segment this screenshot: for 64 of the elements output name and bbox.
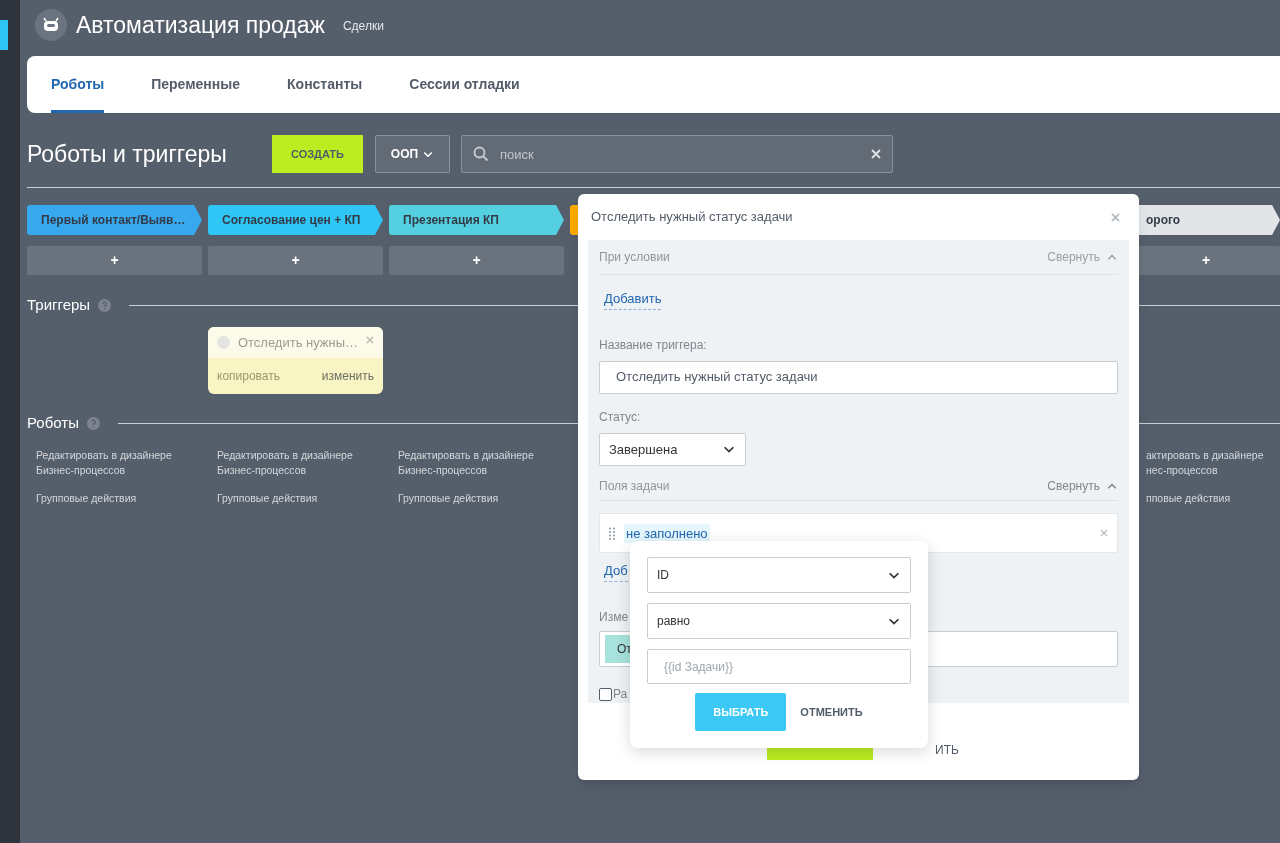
create-button[interactable]: СОЗДАТЬ	[272, 135, 363, 173]
search-icon	[473, 146, 489, 162]
checkbox[interactable]	[599, 687, 612, 701]
robots-heading: Роботы	[27, 412, 79, 433]
add-field-link[interactable]: Доб	[604, 561, 628, 582]
tab[interactable]: Константы	[287, 56, 363, 113]
triggers-heading: Триггеры	[27, 294, 91, 315]
group-actions-link[interactable]: Групповые действия	[398, 491, 565, 506]
group-actions-link[interactable]: пповые действия	[1146, 491, 1280, 506]
value-field[interactable]: {{id Задачи}}	[647, 649, 911, 684]
stage-bar[interactable]: Первый контакт/Выяв…	[27, 205, 202, 235]
edit-designer-link[interactable]: актировать в дизайнере нес-процессов	[1146, 448, 1280, 478]
copy-link[interactable]: копировать	[217, 367, 280, 385]
group-actions-link[interactable]: Групповые действия	[36, 491, 203, 506]
close-icon[interactable]	[366, 335, 374, 344]
add-robot-button[interactable]: +	[208, 246, 383, 275]
close-icon[interactable]	[1111, 212, 1120, 222]
cancel-link[interactable]: ИТЬ	[935, 741, 959, 759]
search-field[interactable]: поиск	[461, 135, 893, 173]
trigger-status-icon	[217, 336, 230, 349]
close-icon[interactable]	[1100, 529, 1108, 538]
edit-designer-link[interactable]: Редактировать в дизайнере Бизнес-процессов	[36, 448, 203, 478]
clear-icon[interactable]	[871, 149, 881, 159]
edit-designer-link[interactable]: Редактировать в дизайнере Бизнес-процессов	[398, 448, 565, 478]
category-dropdown[interactable]: ООП	[375, 135, 450, 173]
page-title: Автоматизация продаж	[76, 10, 325, 40]
add-robot-button[interactable]: +	[27, 246, 202, 275]
stage-bar[interactable]: Презентация КП	[389, 205, 564, 235]
trigger-title: Отследить нужны…	[237, 333, 359, 352]
stage-label: орого	[1146, 212, 1181, 229]
tab[interactable]: Переменные	[151, 56, 241, 113]
stage-label: Согласование цен + КП	[222, 212, 361, 229]
field-label: Название триггера:	[599, 336, 707, 354]
dialog-title: Отследить нужный статус задачи	[591, 208, 793, 227]
add-condition-link[interactable]: Добавить	[604, 289, 662, 310]
condition-chip[interactable]: не заполнено	[624, 523, 710, 544]
checkbox-label: Ра	[613, 686, 628, 703]
field-dropdown[interactable]: ID	[647, 557, 911, 593]
edit-link[interactable]: изменить	[321, 367, 374, 385]
field-label: Статус:	[599, 408, 641, 426]
robot-logo-icon	[35, 9, 67, 41]
field-label: Изме	[599, 608, 629, 626]
status-dropdown[interactable]: Завершена	[599, 432, 746, 467]
cancel-button[interactable]: ОТМЕНИТЬ	[800, 703, 863, 721]
operator-dropdown[interactable]: равно	[647, 603, 911, 639]
tab[interactable]: Сессии отладки	[409, 56, 520, 113]
trigger-name-field[interactable]: Отследить нужный статус задачи	[599, 360, 1118, 394]
add-robot-button[interactable]: +	[389, 246, 564, 275]
stage-bar[interactable]: Согласование цен + КП	[208, 205, 383, 235]
section-label: Поля задачи	[599, 478, 670, 496]
edit-designer-link[interactable]: Редактировать в дизайнере Бизнес-процессов	[217, 448, 384, 478]
sidebar-highlight	[0, 20, 8, 50]
help-icon[interactable]	[86, 416, 100, 430]
section-title: Роботы и триггеры	[27, 139, 228, 169]
stage-label: Презентация КП	[403, 212, 499, 229]
tab[interactable]: Роботы	[51, 56, 105, 113]
section-label: При условии	[599, 249, 670, 267]
page-subtitle: Сделки	[342, 18, 384, 35]
help-icon[interactable]	[98, 298, 112, 312]
stage-label: Первый контакт/Выяв…	[41, 212, 186, 229]
drag-handle-icon[interactable]	[609, 526, 615, 540]
collapse-button[interactable]: Свернуть	[1047, 477, 1118, 496]
trigger-card[interactable]: Отследить нужны… копировать изменить	[208, 327, 383, 394]
group-actions-link[interactable]: Групповые действия	[217, 491, 384, 506]
